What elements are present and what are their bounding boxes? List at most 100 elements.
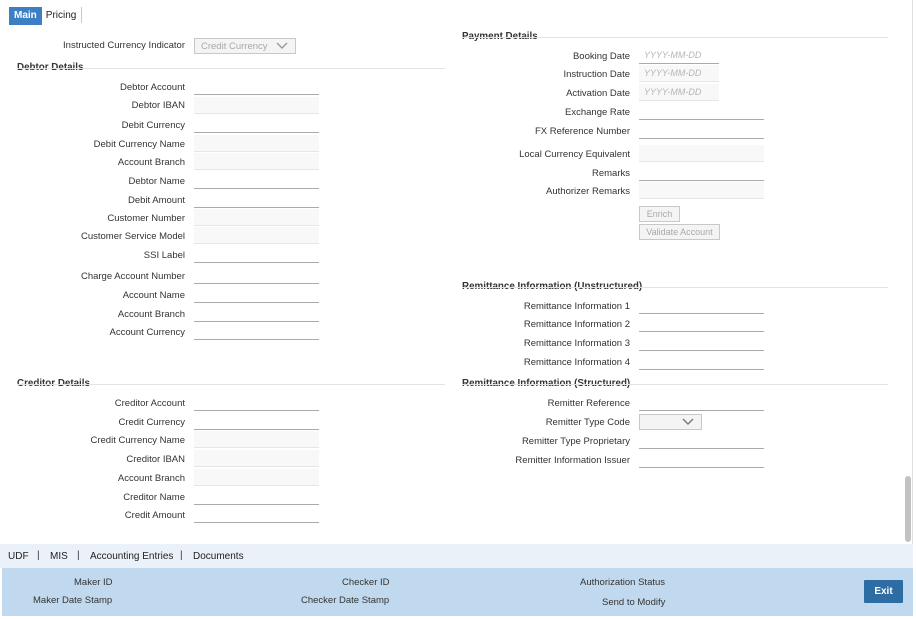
exchange-rate-input[interactable] xyxy=(639,103,764,120)
remitter-type-proprietary-input[interactable] xyxy=(639,432,764,449)
remittance-info-1-input[interactable] xyxy=(639,297,764,314)
maker-id-label: Maker ID xyxy=(74,577,113,588)
maker-date-stamp-label: Maker Date Stamp xyxy=(33,595,113,606)
tab-separator: | xyxy=(77,550,80,561)
chevron-down-icon xyxy=(682,418,694,425)
credit-currency-input[interactable] xyxy=(194,413,319,430)
ssi-label-input[interactable] xyxy=(194,246,319,263)
debtor-account-input[interactable] xyxy=(194,78,319,95)
checker-date-stamp-label: Checker Date Stamp xyxy=(301,595,390,606)
debit-amount-label: Debit Amount xyxy=(127,195,185,206)
debit-currency-name-label: Debit Currency Name xyxy=(93,139,185,150)
remittance-info-3-input[interactable] xyxy=(639,334,764,351)
activation-date-placeholder: YYYY-MM-DD xyxy=(644,87,702,97)
remittance-info-2-label: Remittance Information 2 xyxy=(523,319,630,330)
payment-section-rule xyxy=(462,37,888,38)
tab-separator: | xyxy=(180,550,183,561)
debtor-name-input[interactable] xyxy=(194,172,319,189)
account-name-input[interactable] xyxy=(194,286,319,303)
accounting-entries-link[interactable]: Accounting Entries xyxy=(90,551,173,562)
enrich-button[interactable]: Enrich xyxy=(639,206,680,222)
remittance-info-2-input[interactable] xyxy=(639,315,764,332)
remitter-information-issuer-input[interactable] xyxy=(639,451,764,468)
remitter-reference-label: Remitter Reference xyxy=(547,398,630,409)
credit-amount-label: Credit Amount xyxy=(124,510,185,521)
scroll-track xyxy=(912,0,913,568)
account-name-label: Account Name xyxy=(122,290,185,301)
audit-footer: Maker ID Maker Date Stamp Checker ID Che… xyxy=(2,568,913,616)
tab-strip: Main Pricing xyxy=(9,7,80,25)
authorizer-remarks-input[interactable] xyxy=(639,182,764,199)
charge-account-number-label: Charge Account Number xyxy=(80,271,185,282)
tab-main[interactable]: Main xyxy=(9,7,42,25)
fx-reference-number-input[interactable] xyxy=(639,122,764,139)
account-currency-input[interactable] xyxy=(194,323,319,340)
debtor-name-label: Debtor Name xyxy=(128,176,186,187)
remittance-info-4-input[interactable] xyxy=(639,353,764,370)
creditor-account-branch-label: Account Branch xyxy=(117,473,185,484)
mis-link[interactable]: MIS xyxy=(50,551,68,562)
creditor-iban-input[interactable] xyxy=(194,450,319,467)
credit-currency-name-input[interactable] xyxy=(194,431,319,448)
debtor-account-branch-label: Account Branch xyxy=(117,157,185,168)
send-to-modify-label: Send to Modify xyxy=(602,597,666,608)
customer-number-label: Customer Number xyxy=(107,213,185,224)
creditor-account-input[interactable] xyxy=(194,394,319,411)
instruction-date-input[interactable]: YYYY-MM-DD xyxy=(639,65,719,82)
remarks-input[interactable] xyxy=(639,164,764,181)
remitter-information-issuer-label: Remitter Information Issuer xyxy=(515,455,630,466)
booking-date-label: Booking Date xyxy=(572,51,630,62)
creditor-name-label: Creditor Name xyxy=(123,492,185,503)
creditor-name-input[interactable] xyxy=(194,488,319,505)
instructed-currency-label: Instructed Currency Indicator xyxy=(63,40,185,51)
fx-reference-number-label: FX Reference Number xyxy=(534,126,630,137)
tab-divider xyxy=(81,7,82,23)
account-currency-label: Account Currency xyxy=(109,327,185,338)
authorizer-remarks-label: Authorizer Remarks xyxy=(546,186,630,197)
subscreen-tab-bar: UDF | MIS | Accounting Entries | Documen… xyxy=(0,544,913,568)
debit-currency-input[interactable] xyxy=(194,116,319,133)
remarks-label: Remarks xyxy=(591,168,630,179)
exit-button[interactable]: Exit xyxy=(864,580,903,603)
remitter-reference-input[interactable] xyxy=(639,394,764,411)
debit-currency-name-input[interactable] xyxy=(194,135,319,152)
debit-currency-label: Debit Currency xyxy=(121,120,185,131)
charge-account-branch-input[interactable] xyxy=(194,305,319,322)
authorization-status-label: Authorization Status xyxy=(580,577,666,588)
remitter-type-code-label: Remitter Type Code xyxy=(545,417,630,428)
credit-amount-input[interactable] xyxy=(194,506,319,523)
debtor-account-label: Debtor Account xyxy=(120,82,185,93)
debtor-iban-input[interactable] xyxy=(194,97,319,114)
creditor-section-rule xyxy=(17,384,445,385)
remittance-structured-rule xyxy=(462,384,888,385)
instruction-date-label: Instruction Date xyxy=(563,69,630,80)
customer-number-input[interactable] xyxy=(194,209,319,226)
instructed-currency-select[interactable]: Credit Currency xyxy=(194,38,296,54)
chevron-down-icon xyxy=(276,42,288,49)
udf-link[interactable]: UDF xyxy=(8,551,29,562)
tab-separator: | xyxy=(37,550,40,561)
activation-date-input[interactable]: YYYY-MM-DD xyxy=(639,84,719,101)
debit-amount-input[interactable] xyxy=(194,191,319,208)
vertical-scrollbar-thumb[interactable] xyxy=(905,476,911,542)
debtor-account-branch-input[interactable] xyxy=(194,153,319,170)
documents-link[interactable]: Documents xyxy=(193,551,244,562)
validate-account-button[interactable]: Validate Account xyxy=(639,224,720,240)
local-currency-equivalent-input[interactable] xyxy=(639,145,764,162)
remittance-info-3-label: Remittance Information 3 xyxy=(523,338,630,349)
customer-service-model-input[interactable] xyxy=(194,227,319,244)
checker-id-label: Checker ID xyxy=(342,577,390,588)
tab-pricing[interactable]: Pricing xyxy=(42,7,81,25)
credit-currency-label: Credit Currency xyxy=(118,417,185,428)
booking-date-input[interactable]: YYYY-MM-DD xyxy=(639,47,719,64)
instruction-date-placeholder: YYYY-MM-DD xyxy=(644,68,702,78)
ssi-label-label: SSI Label xyxy=(143,250,185,261)
remitter-type-code-select[interactable] xyxy=(639,414,702,430)
charge-account-branch-label: Account Branch xyxy=(117,309,185,320)
charge-account-number-input[interactable] xyxy=(194,267,319,284)
creditor-account-branch-input[interactable] xyxy=(194,469,319,486)
remittance-info-1-label: Remittance Information 1 xyxy=(523,301,630,312)
customer-service-model-label: Customer Service Model xyxy=(80,231,185,242)
booking-date-placeholder: YYYY-MM-DD xyxy=(644,50,702,60)
creditor-iban-label: Creditor IBAN xyxy=(126,454,185,465)
